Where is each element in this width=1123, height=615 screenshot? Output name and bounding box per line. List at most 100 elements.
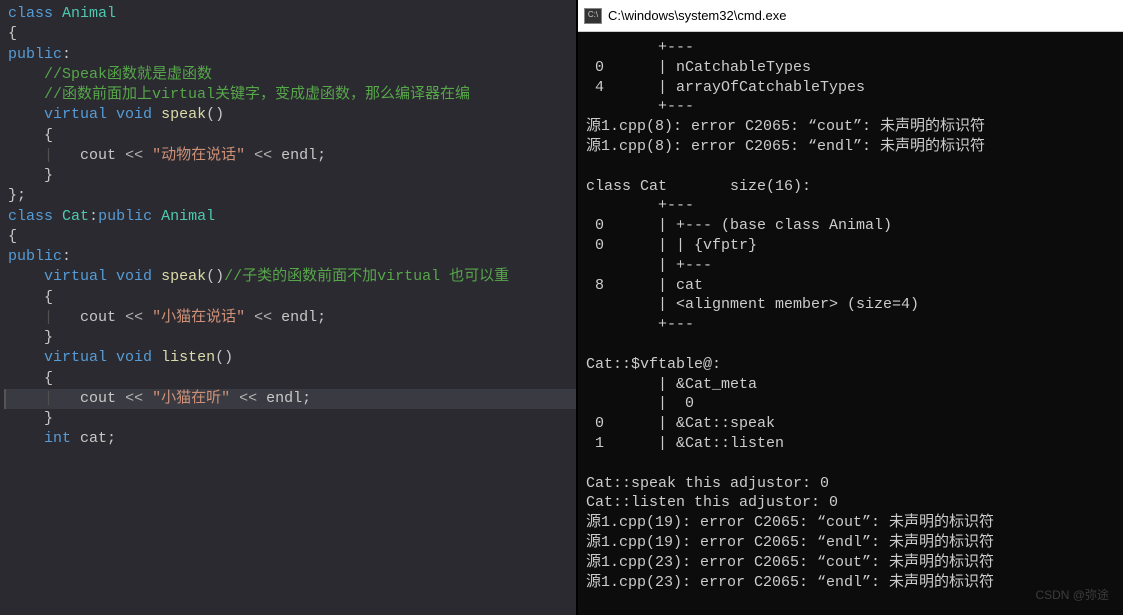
- code-token: [8, 390, 44, 407]
- code-token: {: [44, 127, 53, 144]
- code-token: [8, 106, 44, 123]
- code-token: <<: [239, 390, 257, 407]
- code-token: [107, 349, 116, 366]
- code-token: [8, 329, 44, 346]
- code-line[interactable]: }: [4, 328, 576, 348]
- code-token: |: [44, 390, 53, 407]
- code-line[interactable]: {: [4, 227, 576, 247]
- code-token: :: [62, 248, 71, 265]
- code-token: [8, 309, 44, 326]
- code-token: //Speak函数就是虚函数: [44, 66, 212, 83]
- code-token: :: [62, 46, 71, 63]
- code-line[interactable]: {: [4, 126, 576, 146]
- code-token: (): [215, 349, 233, 366]
- code-token: {: [44, 370, 53, 387]
- code-line[interactable]: public:: [4, 247, 576, 267]
- code-token: [8, 127, 44, 144]
- code-line[interactable]: public:: [4, 45, 576, 65]
- code-token: [152, 349, 161, 366]
- code-token: <<: [254, 147, 272, 164]
- console-window: C:\ C:\windows\system32\cmd.exe +--- 0 |…: [576, 0, 1123, 615]
- code-line[interactable]: {: [4, 369, 576, 389]
- code-token: [8, 349, 44, 366]
- code-token: int: [44, 430, 71, 447]
- code-token: [8, 86, 44, 103]
- code-token: {: [8, 25, 17, 42]
- code-line[interactable]: virtual void speak()//子类的函数前面不加virtual 也…: [4, 267, 576, 287]
- code-line[interactable]: };: [4, 186, 576, 206]
- code-editor[interactable]: class Animal{public: //Speak函数就是虚函数 //函数…: [0, 0, 576, 615]
- code-token: "动物在说话": [152, 147, 245, 164]
- code-token: |: [44, 147, 53, 164]
- code-token: [53, 5, 62, 22]
- code-line[interactable]: class Animal: [4, 4, 576, 24]
- code-line[interactable]: | cout << "动物在说话" << endl;: [4, 146, 576, 166]
- code-line[interactable]: //函数前面加上virtual关键字，变成虚函数，那么编译器在编: [4, 85, 576, 105]
- code-token: {: [44, 289, 53, 306]
- code-token: endl;: [272, 309, 326, 326]
- code-token: public: [8, 46, 62, 63]
- code-token: "小猫在听": [152, 390, 230, 407]
- code-token: [8, 147, 44, 164]
- code-token: "小猫在说话": [152, 309, 245, 326]
- code-token: void: [116, 106, 152, 123]
- code-token: endl;: [257, 390, 311, 407]
- code-token: void: [116, 268, 152, 285]
- code-token: speak: [161, 106, 206, 123]
- code-token: [53, 147, 80, 164]
- code-token: }: [44, 167, 53, 184]
- code-line[interactable]: class Cat:public Animal: [4, 207, 576, 227]
- code-token: [152, 106, 161, 123]
- code-token: public: [8, 248, 62, 265]
- code-token: [8, 410, 44, 427]
- code-token: public: [98, 208, 152, 225]
- code-line[interactable]: int cat;: [4, 429, 576, 449]
- code-token: [8, 430, 44, 447]
- code-token: <<: [125, 390, 143, 407]
- code-token: [245, 309, 254, 326]
- code-token: <<: [125, 147, 143, 164]
- code-token: [53, 309, 80, 326]
- code-line[interactable]: {: [4, 288, 576, 308]
- code-line[interactable]: virtual void speak(): [4, 105, 576, 125]
- code-line[interactable]: }: [4, 166, 576, 186]
- code-token: virtual: [44, 106, 107, 123]
- console-output[interactable]: +--- 0 | nCatchableTypes 4 | arrayOfCatc…: [578, 32, 1123, 615]
- code-token: speak: [161, 268, 206, 285]
- code-token: cout: [80, 309, 125, 326]
- code-line[interactable]: //Speak函数就是虚函数: [4, 65, 576, 85]
- code-token: [152, 208, 161, 225]
- code-line[interactable]: }: [4, 409, 576, 429]
- code-token: [152, 268, 161, 285]
- code-token: virtual: [44, 268, 107, 285]
- code-token: [230, 390, 239, 407]
- code-token: Animal: [62, 5, 116, 22]
- code-token: <<: [125, 309, 143, 326]
- code-token: };: [8, 187, 26, 204]
- code-token: }: [44, 329, 53, 346]
- code-token: void: [116, 349, 152, 366]
- code-token: [143, 390, 152, 407]
- console-titlebar[interactable]: C:\ C:\windows\system32\cmd.exe: [578, 0, 1123, 32]
- code-token: cout: [80, 390, 125, 407]
- code-token: |: [44, 309, 53, 326]
- code-token: [143, 147, 152, 164]
- code-token: [8, 66, 44, 83]
- code-token: (): [206, 106, 224, 123]
- code-token: cat;: [71, 430, 116, 447]
- code-line[interactable]: | cout << "小猫在听" << endl;: [4, 389, 576, 409]
- code-line[interactable]: virtual void listen(): [4, 348, 576, 368]
- code-token: Animal: [161, 208, 215, 225]
- code-token: [8, 370, 44, 387]
- code-token: cout: [80, 147, 125, 164]
- code-token: //函数前面加上virtual关键字，变成虚函数，那么编译器在编: [44, 86, 470, 103]
- cmd-icon: C:\: [584, 8, 602, 24]
- code-token: [8, 167, 44, 184]
- code-token: [107, 268, 116, 285]
- code-token: [8, 289, 44, 306]
- code-token: [8, 268, 44, 285]
- code-token: endl;: [272, 147, 326, 164]
- code-line[interactable]: | cout << "小猫在说话" << endl;: [4, 308, 576, 328]
- code-token: virtual: [44, 349, 107, 366]
- code-line[interactable]: {: [4, 24, 576, 44]
